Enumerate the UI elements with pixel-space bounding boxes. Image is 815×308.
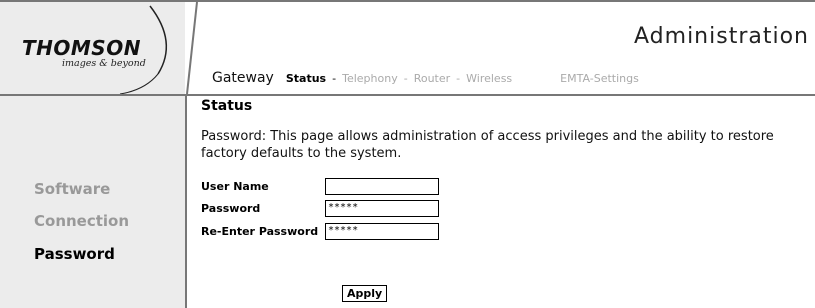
page-title: Status xyxy=(201,98,253,114)
password-input[interactable]: ***** xyxy=(325,200,439,217)
reenter-password-input[interactable]: ***** xyxy=(325,223,439,240)
main-content: Status Password: This page allows admini… xyxy=(201,96,801,308)
reenter-password-label: Re-Enter Password xyxy=(201,225,319,238)
nav-tab-emta-settings[interactable]: EMTA-Settings xyxy=(560,72,639,85)
brand-tagline: images & beyond xyxy=(62,58,146,69)
logo-area: THOMSON images & beyond xyxy=(0,2,185,94)
nav-gateway[interactable]: Gateway xyxy=(212,70,274,86)
user-name-input[interactable] xyxy=(325,178,439,195)
nav-separator: - xyxy=(456,72,461,85)
header: Administration Gateway Status - Telephon… xyxy=(185,2,815,94)
sidebar-divider xyxy=(185,96,187,308)
page-header-title: Administration xyxy=(634,24,809,49)
nav-separator: - xyxy=(403,72,408,85)
nav-separator: - xyxy=(332,72,337,85)
nav-tab-router[interactable]: Router xyxy=(414,72,450,85)
sidebar: Software Connection Password xyxy=(0,96,185,308)
sidebar-item-password[interactable]: Password xyxy=(34,245,115,263)
brand-logo: THOMSON xyxy=(22,36,141,60)
nav-tab-wireless[interactable]: Wireless xyxy=(466,72,512,85)
top-nav: Gateway Status - Telephony - Router - Wi… xyxy=(212,70,645,90)
password-label: Password xyxy=(201,202,261,215)
sidebar-item-connection[interactable]: Connection xyxy=(34,212,129,230)
header-divider-icon xyxy=(186,2,198,94)
page-description: Password: This page allows administratio… xyxy=(201,129,774,161)
user-name-label: User Name xyxy=(201,180,269,193)
apply-button[interactable]: Apply xyxy=(342,285,388,302)
sidebar-item-software[interactable]: Software xyxy=(34,180,110,198)
nav-tab-telephony[interactable]: Telephony xyxy=(342,72,398,85)
nav-tab-status[interactable]: Status xyxy=(286,72,326,85)
